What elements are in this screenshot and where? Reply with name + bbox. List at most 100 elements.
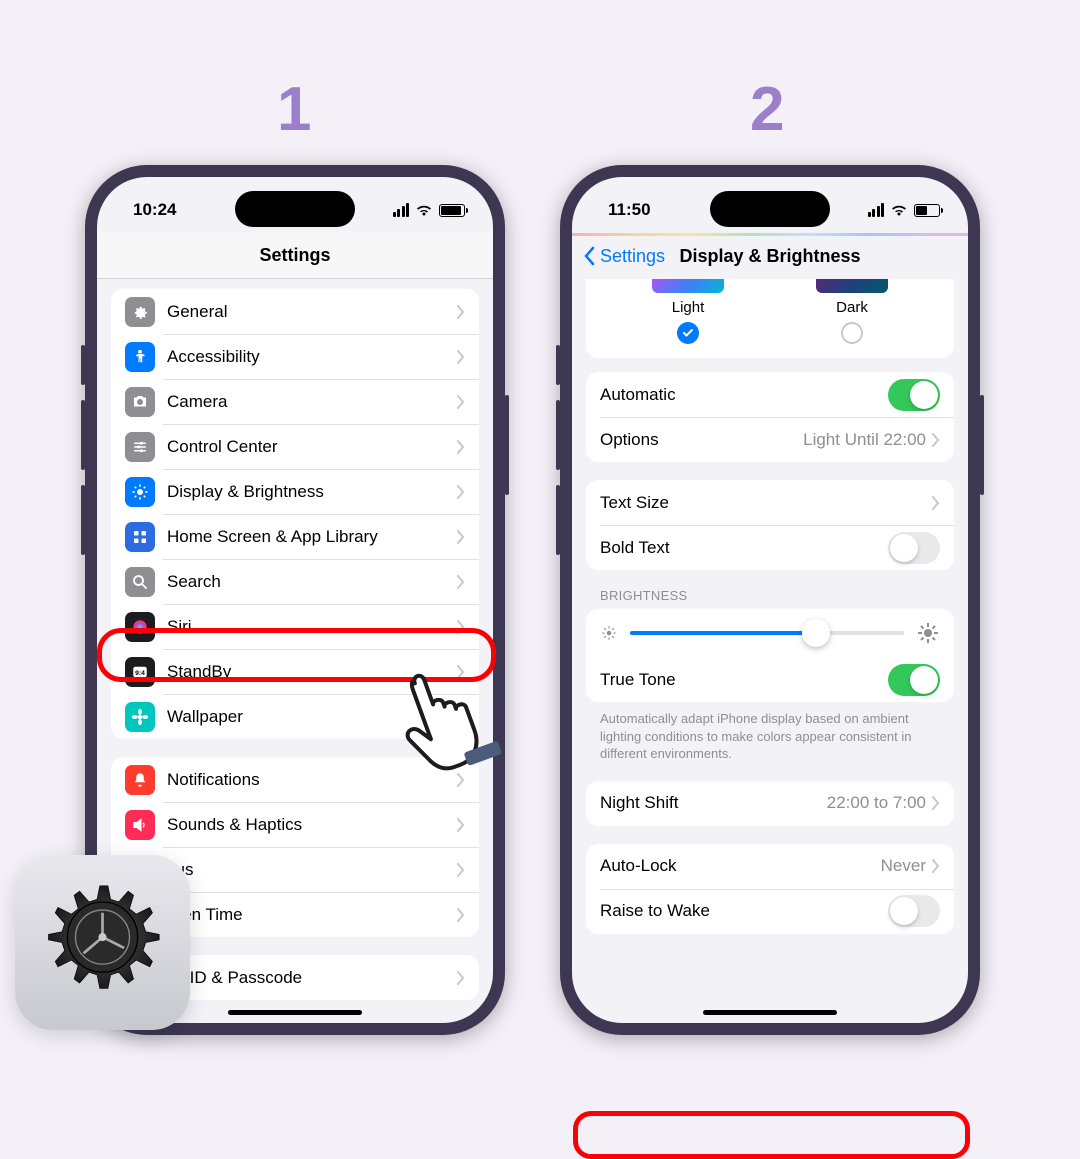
- settings-row[interactable]: Search: [111, 559, 479, 604]
- row-label: ce ID & Passcode: [167, 968, 457, 988]
- row-brightness-slider: [586, 609, 954, 657]
- chevron-right-icon: [457, 485, 465, 499]
- toggle-raise-to-wake[interactable]: [888, 895, 940, 927]
- chevron-right-icon: [932, 796, 940, 810]
- search-icon: [125, 567, 155, 597]
- settings-row[interactable]: Camera: [111, 379, 479, 424]
- battery-icon: [914, 204, 940, 217]
- signal-icon: [868, 203, 885, 217]
- page-title: Settings: [259, 245, 330, 266]
- row-label: reen Time: [167, 905, 457, 925]
- step-number-2: 2: [750, 74, 784, 145]
- chevron-right-icon: [457, 395, 465, 409]
- sun-small-icon: [600, 624, 618, 642]
- sun-large-icon: [916, 621, 940, 645]
- row-label: Automatic: [600, 385, 888, 405]
- svg-text:9:4: 9:4: [135, 670, 145, 677]
- step-number-1: 1: [277, 74, 311, 145]
- row-label: Bold Text: [600, 538, 888, 558]
- row-raise-to-wake[interactable]: Raise to Wake: [586, 889, 954, 934]
- bell-icon: [125, 765, 155, 795]
- radio-checked-icon: [677, 322, 699, 344]
- settings-row[interactable]: Control Center: [111, 424, 479, 469]
- settings-app-icon: [15, 855, 190, 1030]
- row-label: Night Shift: [600, 793, 827, 813]
- row-label: Home Screen & App Library: [167, 527, 457, 547]
- highlight-raise-to-wake: [573, 1111, 970, 1159]
- chevron-right-icon: [457, 305, 465, 319]
- pointer-hand-icon: [378, 646, 518, 786]
- radio-unchecked-icon: [841, 322, 863, 344]
- toggle-automatic[interactable]: [888, 379, 940, 411]
- home-indicator: [703, 1010, 837, 1015]
- nav-header: Settings: [97, 233, 493, 279]
- settings-row[interactable]: Siri: [111, 604, 479, 649]
- automatic-group: Automatic Options Light Until 22:00: [586, 372, 954, 462]
- row-label: General: [167, 302, 457, 322]
- nav-header: Settings Display & Brightness: [572, 233, 968, 279]
- sun-icon: [125, 477, 155, 507]
- settings-row[interactable]: Sounds & Haptics: [111, 802, 479, 847]
- row-automatic[interactable]: Automatic: [586, 372, 954, 417]
- row-label: Display & Brightness: [167, 482, 457, 502]
- appearance-label: Light: [652, 299, 724, 316]
- gear-icon: [125, 297, 155, 327]
- row-label: Auto-Lock: [600, 856, 881, 876]
- settings-row[interactable]: Display & Brightness: [111, 469, 479, 514]
- switches-icon: [125, 432, 155, 462]
- chevron-right-icon: [457, 440, 465, 454]
- chevron-right-icon: [457, 350, 465, 364]
- speaker-icon: [125, 810, 155, 840]
- clock-icon: 9:4: [125, 657, 155, 687]
- text-group: Text Size Bold Text: [586, 480, 954, 570]
- chevron-right-icon: [457, 971, 465, 985]
- wifi-icon: [415, 203, 433, 217]
- appearance-dark[interactable]: Dark: [816, 279, 888, 344]
- brightness-slider[interactable]: [630, 631, 904, 635]
- true-tone-description: Automatically adapt iPhone display based…: [586, 702, 954, 763]
- chevron-right-icon: [457, 818, 465, 832]
- row-label: Search: [167, 572, 457, 592]
- row-label: Raise to Wake: [600, 901, 888, 921]
- row-label: Accessibility: [167, 347, 457, 367]
- brightness-group: True Tone: [586, 609, 954, 702]
- signal-icon: [393, 203, 410, 217]
- toggle-bold-text[interactable]: [888, 532, 940, 564]
- night-shift-group: Night Shift 22:00 to 7:00: [586, 781, 954, 826]
- row-label: Options: [600, 430, 803, 450]
- row-night-shift[interactable]: Night Shift 22:00 to 7:00: [586, 781, 954, 826]
- settings-row[interactable]: Accessibility: [111, 334, 479, 379]
- dynamic-island: [235, 191, 355, 227]
- toggle-true-tone[interactable]: [888, 664, 940, 696]
- chevron-right-icon: [457, 575, 465, 589]
- appearance-light[interactable]: Light: [652, 279, 724, 344]
- chevron-right-icon: [457, 863, 465, 877]
- camera-icon: [125, 387, 155, 417]
- chevron-right-icon: [932, 859, 940, 873]
- row-detail: Light Until 22:00: [803, 430, 926, 450]
- row-bold-text[interactable]: Bold Text: [586, 525, 954, 570]
- chevron-right-icon: [457, 908, 465, 922]
- row-detail: 22:00 to 7:00: [827, 793, 926, 813]
- row-label: True Tone: [600, 670, 888, 690]
- flower-icon: [125, 702, 155, 732]
- row-label: Siri: [167, 617, 457, 637]
- back-label: Settings: [600, 246, 665, 267]
- grid-icon: [125, 522, 155, 552]
- settings-row[interactable]: General: [111, 289, 479, 334]
- back-button[interactable]: Settings: [582, 246, 665, 267]
- row-text-size[interactable]: Text Size: [586, 480, 954, 525]
- gear-large-icon: [35, 875, 170, 1010]
- row-label: cus: [167, 860, 457, 880]
- iphone-mock-right: 11:50 Settings Display & Brightness Ligh…: [560, 165, 980, 1035]
- row-label: Text Size: [600, 493, 932, 513]
- settings-row[interactable]: Home Screen & App Library: [111, 514, 479, 559]
- row-label: Camera: [167, 392, 457, 412]
- brightness-header: BRIGHTNESS: [586, 570, 954, 609]
- dark-thumb-icon: [816, 279, 888, 293]
- chevron-right-icon: [457, 620, 465, 634]
- figure-icon: [125, 342, 155, 372]
- row-true-tone[interactable]: True Tone: [586, 657, 954, 702]
- row-auto-lock[interactable]: Auto-Lock Never: [586, 844, 954, 889]
- row-options[interactable]: Options Light Until 22:00: [586, 417, 954, 462]
